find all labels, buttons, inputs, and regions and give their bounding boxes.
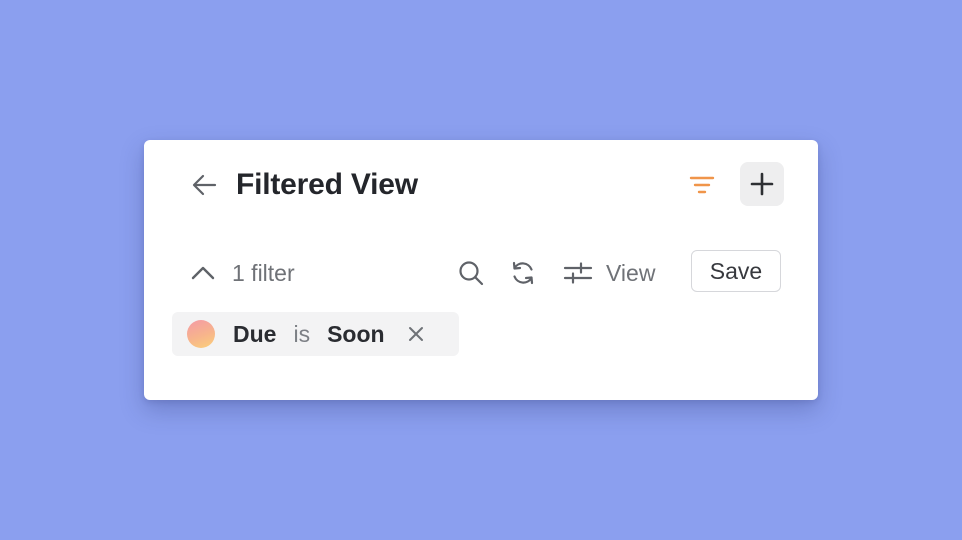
due-date-avatar [187, 320, 215, 348]
save-button[interactable]: Save [691, 250, 781, 292]
refresh-icon [509, 259, 537, 287]
chevron-up-icon [188, 258, 218, 288]
close-icon [407, 325, 425, 343]
page-title: Filtered View [236, 168, 418, 201]
filter-chip[interactable]: Due is Soon [172, 312, 459, 356]
search-button[interactable] [454, 256, 488, 290]
plus-icon [749, 171, 775, 197]
filter-icon [688, 173, 716, 197]
arrow-left-icon [190, 170, 220, 200]
add-button[interactable] [740, 162, 784, 206]
filter-field: Due [233, 320, 277, 347]
filter-toolbar: 1 filter View Save [144, 250, 818, 296]
panel-header: Filtered View [144, 140, 818, 228]
back-button[interactable] [188, 168, 222, 202]
collapse-filters-toggle[interactable]: 1 filter [188, 254, 295, 292]
sliders-icon [562, 261, 594, 285]
filter-value: Soon [327, 320, 385, 347]
remove-filter-button[interactable] [405, 323, 427, 345]
view-label: View [606, 259, 656, 286]
refresh-button[interactable] [506, 256, 540, 290]
filter-count-label: 1 filter [232, 259, 295, 286]
filter-button[interactable] [682, 168, 722, 202]
search-icon [457, 259, 485, 287]
filter-operator: is [293, 320, 311, 347]
view-options-button[interactable]: View [562, 254, 655, 292]
filtered-view-panel: Filtered View 1 filter View Save Due is … [144, 140, 818, 400]
